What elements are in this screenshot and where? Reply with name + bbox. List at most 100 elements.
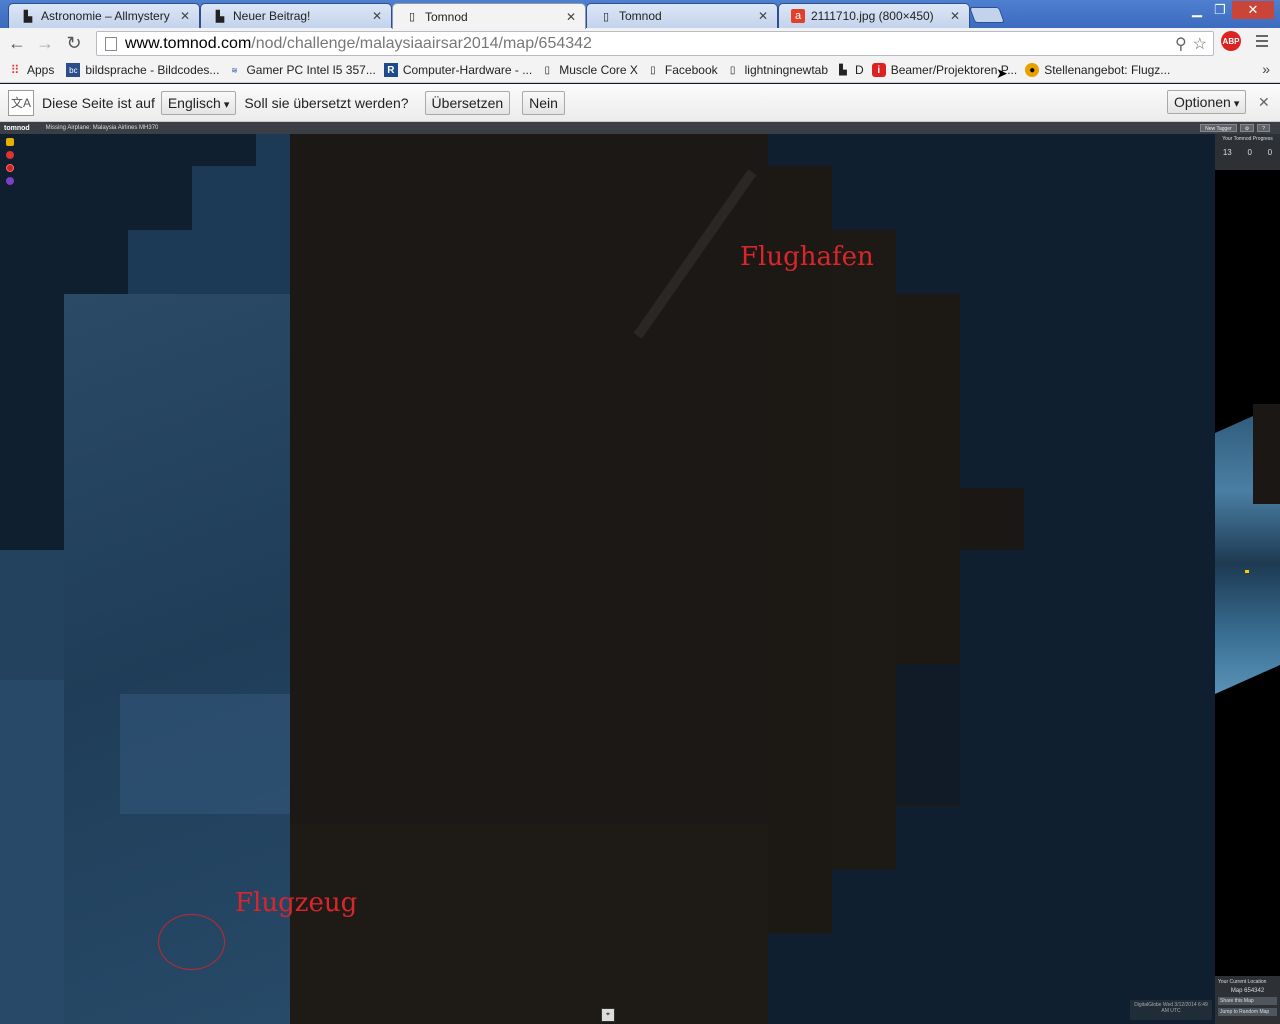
close-icon[interactable]: ✕ — [1258, 94, 1270, 111]
translate-question: Soll sie übersetzt werden? — [244, 94, 409, 111]
tab-tomnod-active[interactable]: ▯ Tomnod ✕ — [392, 3, 586, 29]
alternate-icon: ≋ — [231, 65, 238, 75]
adblock-icon[interactable]: ABP — [1221, 31, 1241, 51]
close-icon[interactable]: ✕ — [757, 9, 769, 23]
map-tile — [896, 664, 960, 804]
marker-icon[interactable] — [6, 177, 14, 185]
restore-icon[interactable]: ❐ — [1209, 1, 1231, 19]
satellite-map[interactable]: Flughafen Flugzeug — [0, 134, 1215, 1024]
map-tile — [120, 694, 290, 814]
bookmark-gamer-pc[interactable]: ≋ Gamer PC Intel I5 357... — [227, 63, 376, 77]
random-map-button[interactable]: Jump to Random Map — [1218, 1008, 1277, 1016]
page-icon: ▯ — [544, 64, 550, 76]
reload-icon[interactable]: ↻ — [63, 32, 85, 54]
annotation-plane: Flugzeug — [235, 888, 358, 918]
location-panel: Your Current Location Map 654342 Share t… — [1215, 976, 1280, 1024]
tab-image[interactable]: a 2111710.jpg (800×450) ✕ — [778, 3, 970, 28]
stat-tags: 0 — [1247, 148, 1252, 157]
language-select[interactable]: Englisch — [160, 90, 237, 115]
browser-toolbar: ← → ↻ www.tomnod.com/nod/challenge/malay… — [0, 28, 1280, 58]
map-tile — [290, 824, 768, 1024]
bookmark-muscle-core[interactable]: ▯ Muscle Core X — [540, 63, 638, 77]
bookmark-label: Gamer PC Intel I5 357... — [246, 63, 376, 77]
minimap[interactable] — [1215, 384, 1280, 694]
tomnod-logo[interactable]: tomnod — [4, 125, 30, 132]
bookmark-bildsprache[interactable]: bc bildsprache - Bildcodes... — [66, 63, 219, 77]
mission-title: Missing Airplane: Malaysia Airlines MH37… — [45, 125, 159, 131]
layers-icon[interactable] — [6, 138, 14, 146]
r-icon: R — [383, 63, 398, 77]
allmystery-icon: ▙ — [23, 10, 33, 23]
page-icon: ▯ — [650, 64, 656, 76]
no-button[interactable]: Nein — [522, 90, 565, 115]
minimize-icon[interactable]: ▁ — [1186, 1, 1208, 19]
current-location-label: Your Current Location — [1218, 979, 1267, 985]
page-icon: ▯ — [729, 64, 736, 76]
bookmark-label: Apps — [27, 63, 55, 77]
bookmark-d[interactable]: ▙ D — [836, 63, 864, 77]
chrome-menu-icon[interactable] — [1254, 33, 1270, 49]
tab-title: Tomnod — [619, 9, 662, 23]
image-icon: a — [791, 9, 805, 23]
bookmark-label: lightningnewtab — [744, 63, 829, 77]
tab-title: Astronomie – Allmystery — [41, 9, 170, 23]
crosshair-cursor-icon: ⌖ — [601, 1008, 615, 1022]
tab-allmystery[interactable]: ▙ Astronomie – Allmystery ✕ — [8, 3, 200, 28]
share-map-button[interactable]: Share this Map — [1218, 997, 1277, 1005]
tab-tomnod[interactable]: ▯ Tomnod ✕ — [586, 3, 778, 28]
map-tile — [0, 550, 64, 680]
map-tile — [960, 488, 1024, 550]
tomnod-sidebar: Your Tomnod Progress 13 0 0 Your Current… — [1215, 134, 1280, 1024]
bookmark-stellenangebot[interactable]: ● Stellenangebot: Flugz... — [1025, 63, 1170, 77]
translate-text: Diese Seite ist auf — [42, 94, 155, 111]
bookmark-lightningnewtab[interactable]: ▯ lightningnewtab — [726, 63, 828, 77]
page-icon: ▯ — [602, 10, 610, 23]
address-path: /nod/challenge/malaysiaairsar2014/map/65… — [251, 34, 592, 52]
help-icon[interactable]: ? — [1257, 124, 1270, 132]
close-icon[interactable]: ✕ — [371, 9, 383, 23]
tab-neuer-beitrag[interactable]: ▙ Neuer Beitrag! ✕ — [200, 3, 392, 28]
bookmark-label: D — [855, 63, 864, 77]
apps-grid-icon: ⠿ — [10, 63, 20, 77]
close-icon[interactable]: ✕ — [179, 9, 191, 23]
options-button[interactable]: Optionen — [1167, 90, 1247, 114]
new-tagger-button[interactable]: New Tagger — [1200, 124, 1237, 132]
tag-icon[interactable] — [6, 151, 14, 159]
map-tile — [0, 166, 192, 230]
window-close-icon[interactable]: ✕ — [1232, 1, 1274, 19]
page-icon — [105, 36, 117, 51]
annotation-airport: Flughafen — [740, 242, 874, 272]
stat-maps: 13 — [1222, 148, 1232, 157]
settings-icon[interactable]: ⚙ — [1239, 124, 1255, 132]
search-icon[interactable]: ⚲ — [1175, 34, 1187, 54]
allmystery-icon: ▙ — [839, 64, 847, 76]
forward-arrow-icon[interactable]: → — [34, 32, 56, 54]
new-tab-button[interactable] — [969, 7, 1005, 23]
map-tools — [6, 138, 14, 185]
close-icon[interactable]: ✕ — [949, 9, 961, 23]
bookmark-label: Computer-Hardware - ... — [402, 63, 533, 77]
bc-icon: bc — [66, 63, 81, 77]
map-tile — [0, 230, 128, 294]
bookmark-computer-hardware[interactable]: R Computer-Hardware - ... — [383, 63, 533, 77]
star-icon[interactable]: ☆ — [1193, 34, 1207, 54]
imagery-credit: DigitalGlobe Wed 3/12/2014 6:49 AM UTC — [1130, 1000, 1212, 1020]
bookmark-facebook[interactable]: ▯ Facebook — [646, 63, 718, 77]
bookmark-label: Stellenangebot: Flugz... — [1044, 63, 1171, 77]
bookmark-label: Muscle Core X — [559, 63, 638, 77]
back-arrow-icon[interactable]: ← — [6, 32, 28, 54]
map-tile — [0, 294, 64, 550]
bookmark-label: Facebook — [664, 63, 718, 77]
map-tile — [0, 680, 64, 1024]
target-icon[interactable] — [6, 164, 14, 172]
translate-bar: 文A Diese Seite ist auf Englisch Soll sie… — [0, 84, 1280, 122]
address-bar[interactable]: www.tomnod.com/nod/challenge/malaysiaair… — [96, 31, 1214, 56]
bookmark-apps[interactable]: ⠿ Apps — [8, 63, 55, 77]
translate-button[interactable]: Übersetzen — [424, 90, 511, 115]
page-icon: ▯ — [408, 11, 416, 23]
bookmarks-more-icon[interactable]: » — [1262, 61, 1270, 77]
progress-panel: Your Tomnod Progress 13 0 0 — [1215, 134, 1280, 170]
current-location-value: Map 654342 — [1230, 988, 1265, 994]
mouse-pointer-icon: ➤ — [996, 65, 1008, 81]
close-icon[interactable]: ✕ — [565, 10, 577, 24]
